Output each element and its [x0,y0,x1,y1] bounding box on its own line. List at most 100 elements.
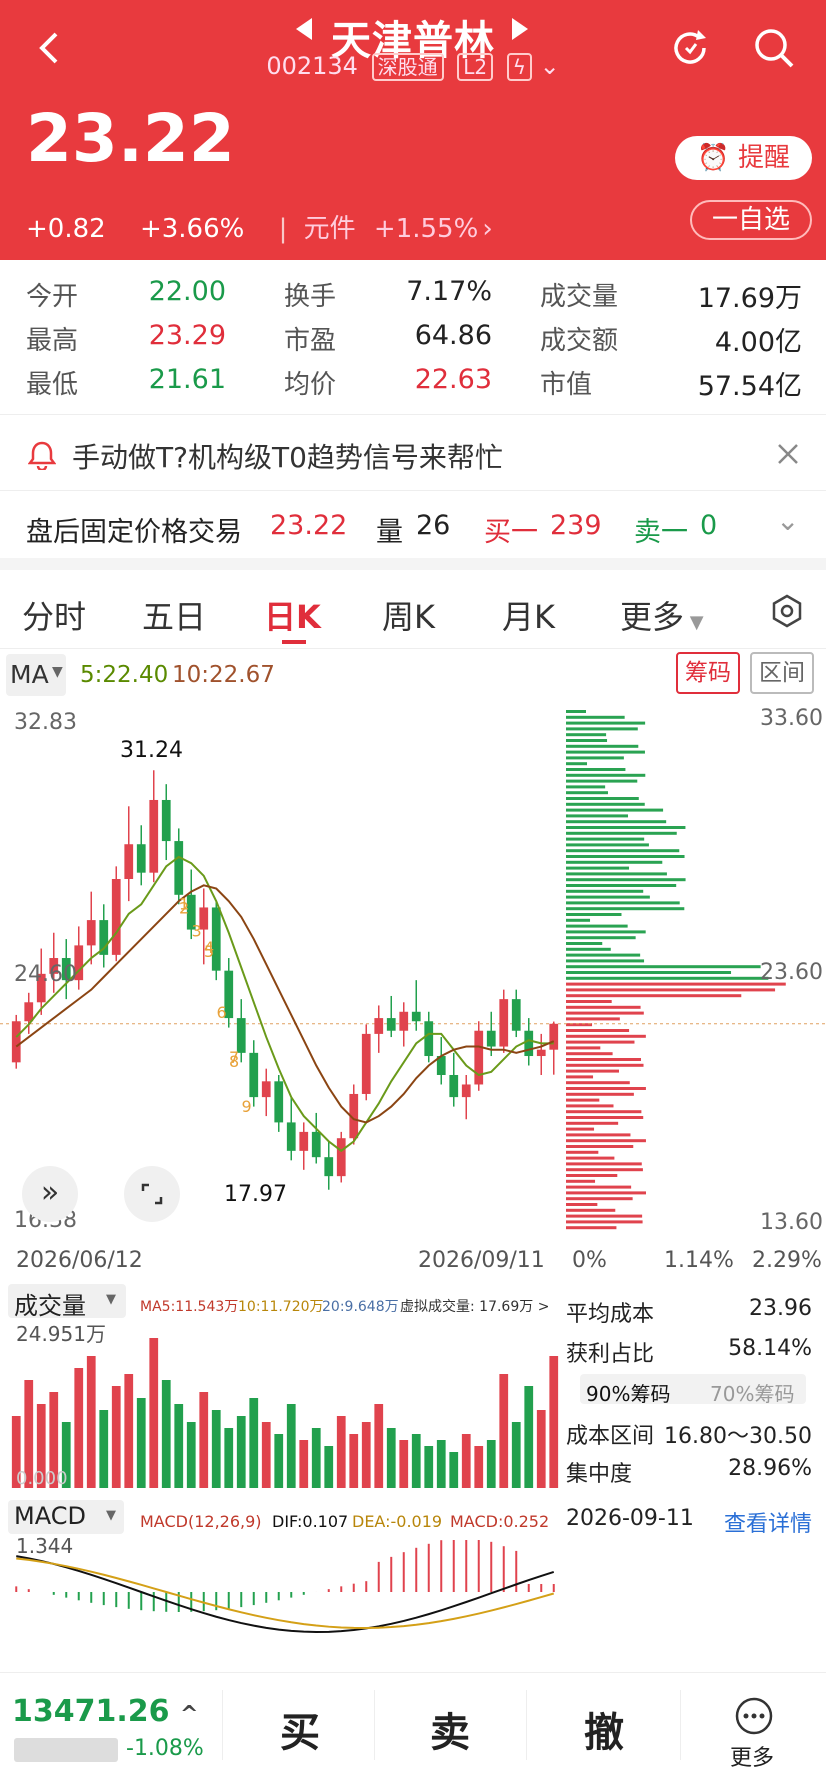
candle-body [361,1033,371,1094]
chip-bar [566,959,645,963]
chip-bar [566,872,667,876]
candle-body [249,1052,259,1098]
chip-bar [566,1046,601,1050]
chip-bar [566,1150,599,1154]
candle-body [486,1030,496,1047]
chevron-right-icon[interactable]: › [482,214,492,244]
banner-text: 手动做T?机构级T0趋势信号来帮忙 [72,441,503,474]
fast-forward-icon[interactable]: » [22,1166,78,1222]
index-value[interactable]: 13471.26 ^ [12,1694,198,1729]
search-icon[interactable] [752,26,796,70]
chip70-option[interactable]: 70%筹码 [710,1378,794,1407]
buy1-label: 买一 [484,517,538,548]
remind-button[interactable]: ⏰ 提醒 [675,136,812,180]
concentration-label: 集中度 [566,1462,633,1487]
chip-bar [566,878,686,882]
chip-bar [566,721,646,725]
candle-body [24,1002,34,1022]
chip90-option[interactable]: 90%筹码 [586,1378,670,1407]
sector-name[interactable]: 元件 [304,214,356,244]
chip-axis-0: 0% [572,1248,607,1273]
chevron-down-icon[interactable]: ⌄ [776,504,799,537]
stat-value: 17.69万 [697,283,802,314]
buy-button[interactable]: 买 [280,1700,320,1758]
chip-bar [566,1139,646,1143]
y-top-label: 32.83 [14,710,77,735]
close-icon[interactable] [776,442,800,466]
more-label: 更多 [730,1746,775,1771]
chip-bar [566,1168,643,1172]
chip-bar [566,1185,632,1189]
chip-bar [566,930,646,934]
chip-bar [566,1081,630,1085]
sell1-value: 0 [700,510,718,541]
low-mark: 17.97 [224,1182,287,1207]
stat-value: 64.86 [414,320,492,351]
sell-button[interactable]: 卖 [430,1700,470,1758]
date-end: 2026/09/11 [418,1248,545,1273]
tab-weekly-k[interactable]: 周K [382,592,435,638]
chip-bar [566,1069,619,1073]
chip-bar [566,797,639,800]
view-detail-link[interactable]: 查看详情 [724,1506,812,1538]
after-hours-label: 盘后固定价格交易 [26,517,242,548]
volume-bar [436,1440,446,1488]
chip-bar [566,889,644,893]
volume-bar [111,1386,121,1488]
chip-bar [566,1040,635,1044]
chip-bar [566,826,686,829]
vol-ma5: MA5:11.543万 [140,1299,239,1315]
chip-button[interactable]: 筹码 [676,652,740,694]
y-mid-label: 24.60 [14,962,77,987]
tab-intraday[interactable]: 分时 [22,592,86,638]
sell1-label: 卖一 [634,517,688,548]
watchlist-button[interactable]: 一自选 [689,200,812,240]
sector-pct[interactable]: +1.55% [374,214,478,244]
chip-bar [566,924,628,928]
virtual-volume[interactable]: 虚拟成交量: 17.69万 > [400,1296,549,1316]
candle-body [336,1138,346,1177]
volume-label: 成交量 [14,1292,86,1320]
chip-mid-label: 23.60 [760,960,823,985]
ma10-value: 10:22.67 [172,662,275,688]
after-hours-row[interactable]: 盘后固定价格交易 23.22 量 26 买一 239 卖一 0 ⌄ [0,496,826,558]
ad-banner[interactable]: 手动做T?机构级T0趋势信号来帮忙 [0,418,826,490]
tab-5day[interactable]: 五日 [142,592,206,638]
chip-bar [566,1220,643,1224]
tab-more[interactable]: 更多 ▼ [620,592,704,638]
vol-ma10: 10:11.720万 [238,1299,324,1315]
profit-value: 58.14% [728,1336,812,1361]
tab-daily-k[interactable]: 日K [264,592,321,638]
candle-body [149,799,159,873]
volume-chart[interactable] [0,1318,566,1490]
chip-bar [566,727,638,731]
stat-value: 23.29 [148,320,226,351]
chip-bar [566,1197,633,1201]
more-icon[interactable] [734,1696,774,1736]
candle-body [136,844,146,873]
expand-icon[interactable] [124,1166,180,1222]
settings-icon[interactable] [770,594,804,628]
cancel-button[interactable]: 撤 [584,1700,624,1758]
candle-body [311,1131,321,1158]
stat-label: 最高 [26,326,79,356]
chevron-down-icon[interactable]: ⌄ [540,52,560,80]
volume-bar [411,1434,421,1488]
volume-bar [86,1356,96,1488]
volume-bar [461,1434,471,1488]
refresh-icon[interactable] [668,26,712,70]
next-stock-icon[interactable] [512,18,532,44]
chip-top-label: 33.60 [760,706,823,731]
chip-bar [566,884,677,887]
range-button[interactable]: 区间 [750,652,814,694]
tab-monthly-k[interactable]: 月K [502,592,555,638]
chip-bar [566,994,742,998]
chip-bar [566,855,685,858]
macd-chart[interactable] [0,1540,566,1672]
chip-bar [566,1145,634,1148]
after-hours-vol-label: 量 [376,517,403,548]
stat-label: 成交量 [540,282,619,312]
concentration-value: 28.96% [728,1456,812,1481]
chip-bar [566,802,645,806]
kline-chart[interactable]: 123456789 [0,700,826,1260]
